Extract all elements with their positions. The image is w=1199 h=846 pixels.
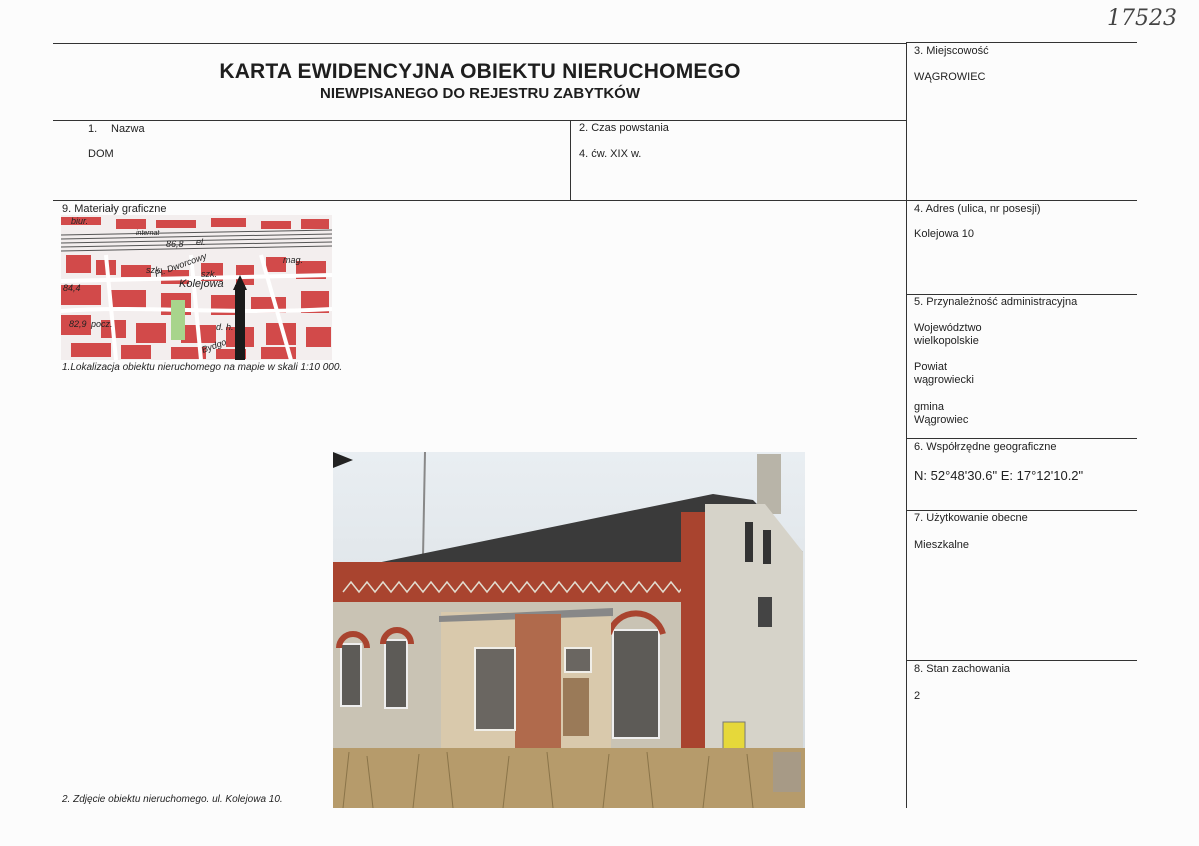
right-column-divider [906, 42, 907, 808]
map-label-9: 84,4 [63, 283, 81, 293]
gmina-value: Wągrowiec [914, 414, 969, 426]
map-label-2: internat [136, 230, 160, 237]
gmina-label: gmina [914, 401, 944, 413]
wspolrzedne-value: N: 52°48'30.6" E: 17°12'10.2" [914, 468, 1084, 483]
map-label-10: Kolejowa [179, 278, 224, 290]
powiat-value: wągrowiecki [914, 374, 974, 386]
stan-value: 2 [914, 690, 921, 702]
fields-bottom-rule [53, 200, 1137, 201]
building-photo [333, 452, 805, 808]
nazwa-label: Nazwa [111, 123, 145, 135]
wojewodztwo-value: wielkopolskie [914, 335, 979, 347]
header-bottom-rule [53, 120, 906, 121]
map-label-13: d. h. [216, 322, 234, 332]
rule-address-bottom [906, 294, 1137, 295]
powiat-label: Powiat [914, 361, 948, 373]
name-date-divider [570, 120, 571, 200]
miejscowosc-value: WĄGROWIEC [914, 71, 986, 83]
map-label-12: pocz. [90, 319, 113, 329]
rule-coords-bottom [906, 510, 1137, 511]
page-title: KARTA EWIDENCYJNA OBIEKTU NIERUCHOMEGO [219, 60, 741, 83]
map-label-11: 82,9 [69, 319, 87, 329]
materialy-label: 9. Materiały graficzne [62, 203, 169, 215]
rule-admin-bottom [906, 438, 1137, 439]
top-rule [53, 43, 906, 44]
uzytkowanie-value: Mieszkalne [914, 539, 970, 551]
uzytkowanie-label: 7. Użytkowanie obecne [914, 512, 1028, 524]
stan-label: 8. Stan zachowania [914, 663, 1011, 675]
przynaleznosc-label: 5. Przynależność administracyjna [914, 296, 1078, 308]
rule-usage-bottom [906, 660, 1137, 661]
page-subtitle: NIEWPISANEGO DO REJESTRU ZABYTKÓW [319, 85, 641, 102]
handwritten-number: 17523 [1107, 6, 1177, 31]
map-label-1: biur. [71, 216, 88, 226]
map-label-4: el. [196, 237, 206, 247]
nazwa-label-number: 1. [88, 123, 98, 135]
photo-caption: 2. Zdjęcie obiektu nieruchomego. ul. Kol… [62, 794, 283, 805]
czas-label: 2. Czas powstania [579, 122, 669, 134]
nazwa-value: DOM [88, 148, 114, 160]
map-label-6: szk. [146, 265, 162, 275]
top-rule-right [906, 42, 1137, 43]
adres-value: Kolejowa 10 [914, 228, 974, 240]
map-label-8: mag. [283, 255, 303, 265]
miejscowosc-label: 3. Miejscowość [914, 45, 989, 57]
location-map: biur. internat 86,8 el. Pl. Dworcowy szk… [61, 215, 332, 360]
map-caption: 1.Lokalizacja obiektu nieruchomego na ma… [62, 362, 343, 373]
adres-label: 4. Adres (ulica, nr posesji) [914, 203, 1041, 215]
map-label-3: 86,8 [166, 239, 184, 249]
czas-value: 4. ćw. XIX w. [579, 148, 642, 160]
wspolrzedne-label: 6. Współrzędne geograficzne [914, 441, 1057, 453]
wojewodztwo-label: Województwo [914, 322, 982, 334]
